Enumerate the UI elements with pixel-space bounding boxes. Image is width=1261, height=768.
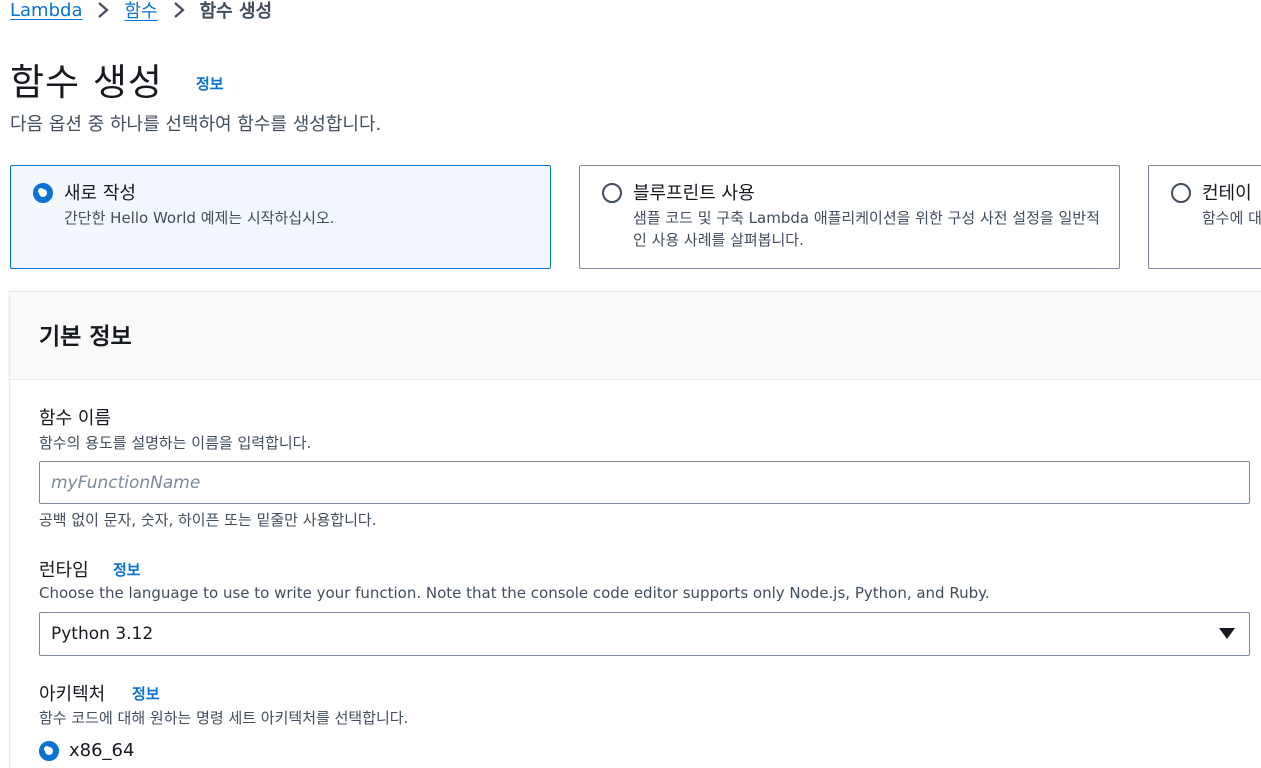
breadcrumb-lambda-link[interactable]: Lambda <box>10 0 82 21</box>
option-title: 블루프린트 사용 <box>633 183 755 204</box>
option-author-from-scratch[interactable]: 새로 작성 간단한 Hello World 예제는 시작하십시오. <box>10 165 551 269</box>
radio-use-blueprint[interactable] <box>602 183 622 203</box>
page: Lambda 함수 함수 생성 함수 생성 정보 다음 옵션 중 하나를 선택하… <box>0 0 1261 768</box>
function-name-label: 함수 이름 <box>39 408 111 429</box>
page-description: 다음 옵션 중 하나를 선택하여 함수를 생성합니다. <box>10 114 382 135</box>
page-title-info-link[interactable]: 정보 <box>196 73 224 94</box>
basic-info-header: 기본 정보 <box>10 292 1261 380</box>
runtime-selected-value: Python 3.12 <box>51 624 154 644</box>
runtime-description: Choose the language to use to write your… <box>39 584 990 602</box>
radio-author-from-scratch[interactable] <box>33 183 53 203</box>
function-name-description: 함수의 용도를 설명하는 이름을 입력합니다. <box>39 434 312 452</box>
radio-container-image[interactable] <box>1171 183 1191 203</box>
runtime-select[interactable]: Python 3.12 <box>39 612 1250 656</box>
chevron-right-icon <box>82 1 124 19</box>
radio-x86-64[interactable] <box>39 740 59 761</box>
option-description: 샘플 코드 및 구축 Lambda 애플리케이션을 위한 구성 사전 설정을 일… <box>633 209 1100 249</box>
option-title: 새로 작성 <box>64 183 136 204</box>
option-description: 함수에 대 <box>1202 209 1261 227</box>
option-use-blueprint[interactable]: 블루프린트 사용 샘플 코드 및 구축 Lambda 애플리케이션을 위한 구성… <box>579 165 1120 269</box>
option-title: 컨테이 <box>1202 183 1252 204</box>
caret-down-icon <box>1219 628 1235 639</box>
breadcrumb-functions-link[interactable]: 함수 <box>124 0 157 23</box>
architecture-option-label: x86_64 <box>69 740 135 761</box>
chevron-right-icon <box>158 1 200 19</box>
option-container-image[interactable]: 컨테이 함수에 대 <box>1148 165 1261 269</box>
basic-info-container: 기본 정보 함수 이름 함수의 용도를 설명하는 이름을 입력합니다. 공백 없… <box>9 291 1261 768</box>
function-name-constraint: 공백 없이 문자, 숫자, 하이픈 또는 밑줄만 사용합니다. <box>39 511 377 529</box>
architecture-option-x86[interactable]: x86_64 <box>39 740 134 761</box>
runtime-label: 런타임 <box>39 560 89 581</box>
architecture-label: 아키텍처 <box>39 684 106 705</box>
page-title: 함수 생성 <box>10 61 163 104</box>
basic-info-title: 기본 정보 <box>39 324 132 350</box>
breadcrumb-current: 함수 생성 <box>199 1 273 22</box>
runtime-info-link[interactable]: 정보 <box>113 559 141 580</box>
architecture-description: 함수 코드에 대해 원하는 명령 세트 아키텍처를 선택합니다. <box>39 709 409 727</box>
architecture-info-link[interactable]: 정보 <box>132 683 160 704</box>
breadcrumb: Lambda 함수 함수 생성 <box>10 0 272 26</box>
function-name-input[interactable] <box>39 461 1250 504</box>
option-description: 간단한 Hello World 예제는 시작하십시오. <box>64 209 335 227</box>
